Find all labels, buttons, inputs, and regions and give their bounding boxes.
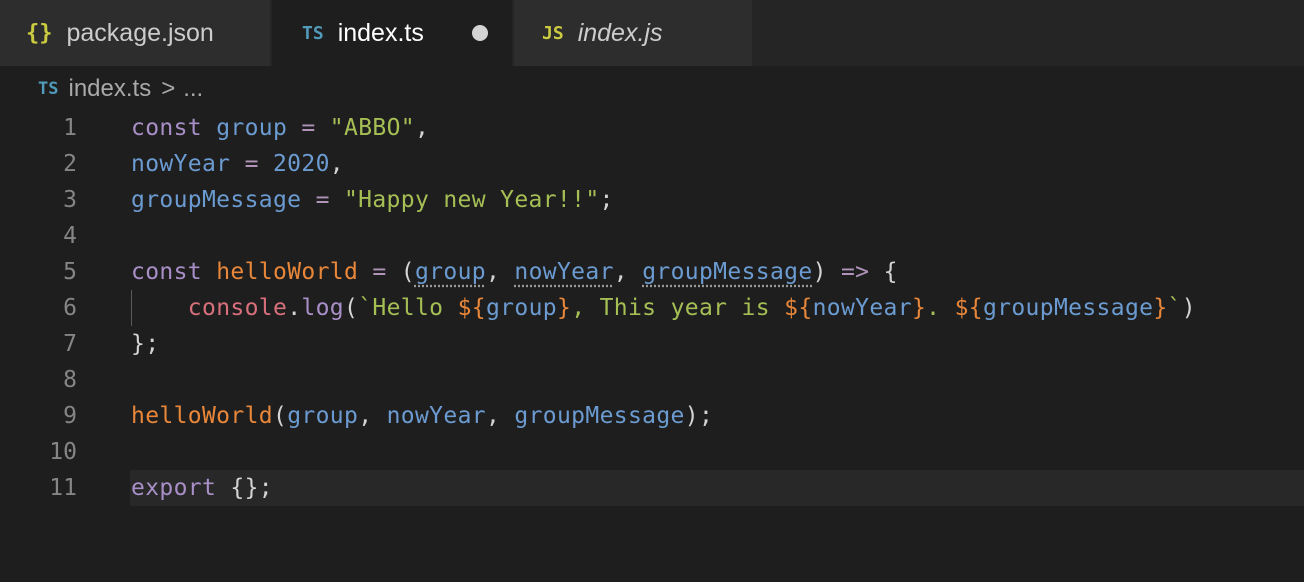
tab-label: index.js [577,18,663,47]
tab-label: package.json [66,18,214,47]
code-line: 5 const helloWorld = (group, nowYear, gr… [0,254,1304,290]
code-line: 3 groupMessage = "Happy new Year!!"; [0,182,1304,218]
line-number: 11 [49,475,77,501]
breadcrumb-more[interactable]: ... [183,75,203,103]
line-number: 4 [63,223,77,249]
json-file-icon: {} [26,20,53,46]
line-number: 6 [63,295,77,321]
code-line-current: 11 export {}; [0,470,1304,506]
javascript-file-icon: JS [542,22,564,44]
line-number: 9 [63,403,77,429]
code-editor[interactable]: 1 const group = "ABBO", 2 nowYear = 2020… [0,110,1304,582]
tab-package-json[interactable]: {} package.json [0,0,270,66]
code-text: const group = "ABBO", [131,115,430,141]
code-text: groupMessage = "Happy new Year!!"; [131,187,614,213]
breadcrumb-file[interactable]: index.ts [68,75,151,103]
typescript-file-icon: TS [38,79,59,99]
tab-index-ts[interactable]: TS index.ts [272,0,512,66]
line-number: 7 [63,331,77,357]
code-text: const helloWorld = (group, nowYear, grou… [131,259,898,285]
code-line: 8 [0,362,1304,398]
code-line: 1 const group = "ABBO", [0,110,1304,146]
unsaved-dot-icon[interactable] [472,25,488,41]
chevron-right-icon: > [161,75,176,102]
tab-label: index.ts [337,18,424,47]
code-line: 7 }; [0,326,1304,362]
code-line: 4 [0,218,1304,254]
code-text: export {}; [131,475,273,501]
line-number: 1 [63,115,77,141]
code-line: 6 console.log(`Hello ${group}, This year… [0,290,1304,326]
code-text: nowYear = 2020, [131,151,344,177]
code-text: }; [131,331,160,357]
code-line: 2 nowYear = 2020, [0,146,1304,182]
tab-index-js[interactable]: JS index.js [514,0,752,66]
code-text: console.log(`Hello ${group}, This year i… [187,295,1196,321]
current-line-highlight [130,470,1304,506]
tab-bar: {} package.json TS index.ts JS index.js [0,0,1304,66]
code-line: 9 helloWorld(group, nowYear, groupMessag… [0,398,1304,434]
line-number: 2 [63,151,77,177]
line-number: 8 [63,367,77,393]
code-text: helloWorld(group, nowYear, groupMessage)… [131,403,714,429]
line-number: 5 [63,259,77,285]
breadcrumb: TS index.ts > ... [0,66,1304,112]
line-number: 3 [63,187,77,213]
line-number: 10 [49,439,77,465]
typescript-file-icon: TS [302,22,324,44]
code-line: 10 [0,434,1304,470]
